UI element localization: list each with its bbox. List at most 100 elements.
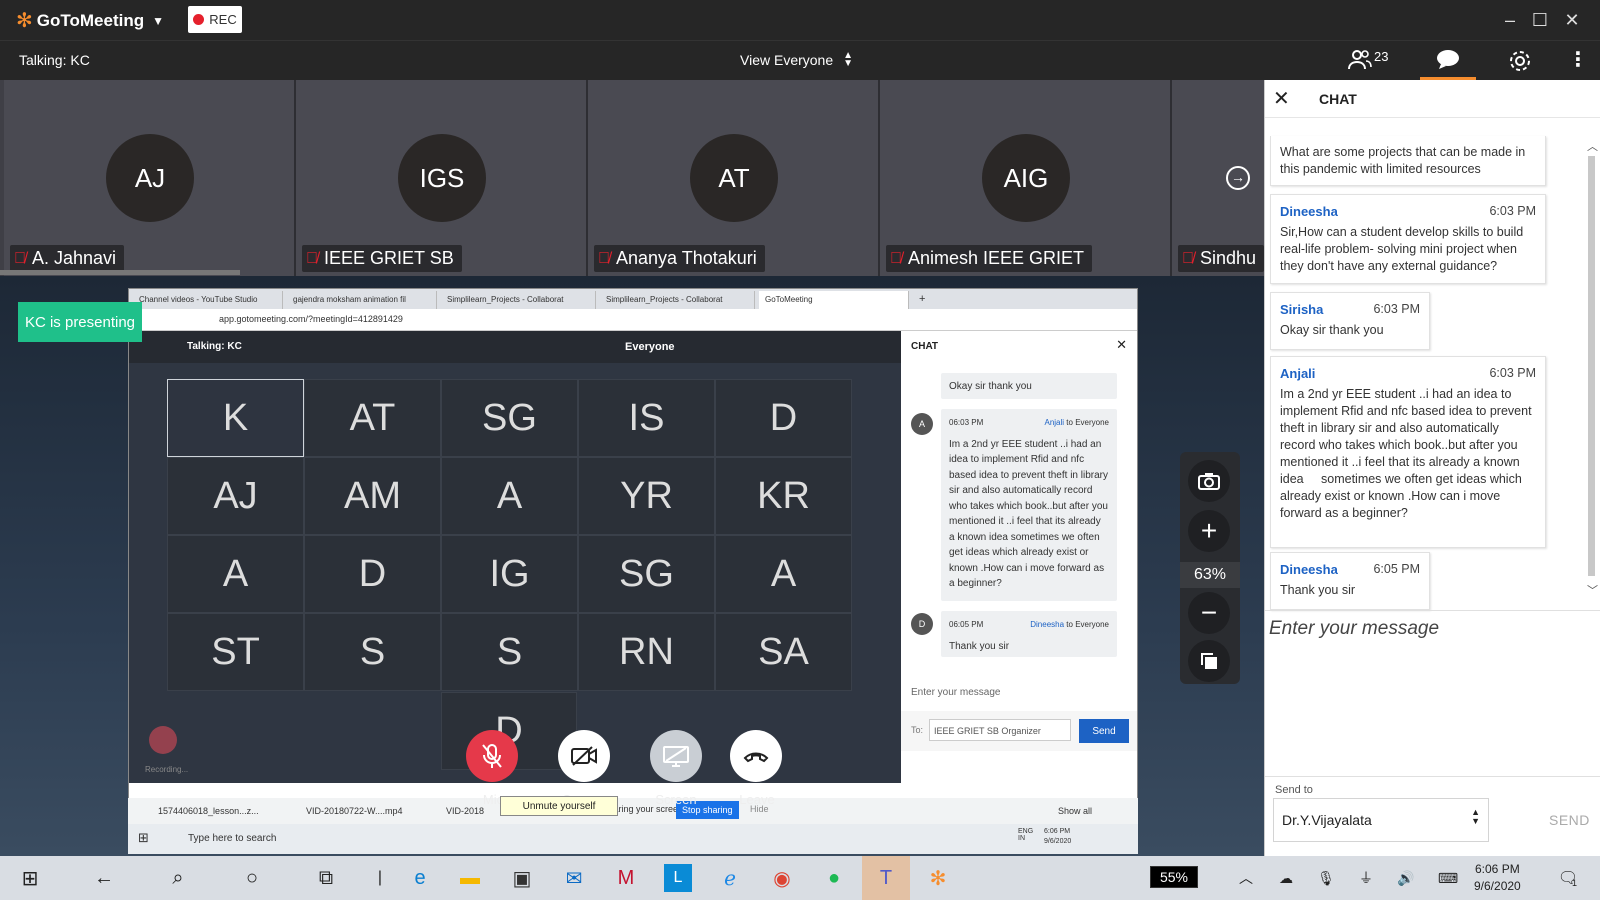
browser-downloads-bar: 1574406018_lesson...z... VID-20180722-W.… (128, 798, 1138, 824)
taskbar-clock[interactable]: 6:06 PM 9/6/2020 (1474, 861, 1521, 895)
microphone-icon[interactable]: 🎙 (1312, 864, 1340, 892)
participant-tile[interactable]: 🎙̸ Sindhu (1172, 80, 1264, 276)
chrome-icon[interactable]: ◉ (768, 864, 796, 892)
chat-header: ✕ CHAT (1265, 80, 1600, 118)
windows-start-icon[interactable]: ⊞ (16, 864, 44, 892)
participant-name: Ananya Thotakuri (616, 248, 757, 268)
inner-chat-message: Okay sir thank you (941, 373, 1117, 399)
settings-button[interactable] (1508, 49, 1532, 78)
file-explorer-icon[interactable]: ▬ (456, 864, 484, 892)
inner-view-selector[interactable]: Everyone (625, 341, 675, 353)
download-item[interactable]: 1574406018_lesson...z... (158, 806, 259, 816)
inner-search-box[interactable]: Type here to search (188, 833, 276, 844)
record-button-icon[interactable] (149, 726, 177, 754)
participants-button[interactable]: 23 (1348, 49, 1388, 71)
chat-message: What are some projects that can be made … (1270, 136, 1546, 186)
scroll-up-icon[interactable]: ︿ (1587, 138, 1598, 154)
maximize-button[interactable]: ☐ (1528, 8, 1552, 32)
app-name: GoToMeeting (36, 10, 145, 30)
mic-off-icon: 🎙̸ (1182, 249, 1194, 267)
inner-send-button[interactable]: Send (1079, 719, 1129, 743)
fit-screen-button[interactable] (1188, 640, 1230, 682)
recipient-select[interactable]: Dr.Y.Vijayalata ▲ ▼ (1273, 798, 1489, 842)
zoom-out-button[interactable]: − (1188, 592, 1230, 634)
browser-tab[interactable]: gajendra moksham animation fil (287, 291, 437, 309)
participant-tile[interactable]: IGS 🎙̸ IEEE GRIET SB (296, 80, 588, 276)
screen-button[interactable] (650, 730, 702, 782)
screen-icon (663, 746, 689, 767)
close-icon[interactable]: ✕ (1116, 337, 1127, 353)
download-item[interactable]: VID-2018 (446, 806, 484, 816)
spotify-icon[interactable]: ● (820, 864, 848, 892)
teams-icon[interactable]: T (872, 864, 900, 892)
participant-tile[interactable]: AT 🎙̸ Ananya Thotakuri (588, 80, 880, 276)
copy-window-icon (1201, 653, 1217, 669)
browser-tab[interactable]: Channel videos - YouTube Studio (133, 291, 283, 309)
mcafee-icon[interactable]: M (612, 864, 640, 892)
view-selector[interactable]: View Everyone ▲ ▼ (740, 51, 853, 69)
message-input[interactable]: Enter your message (1269, 618, 1439, 640)
store-icon[interactable]: ▣ (508, 864, 536, 892)
minimize-button[interactable]: – (1498, 8, 1522, 32)
power-plug-icon[interactable]: ⏚ (1352, 864, 1380, 892)
inner-chat-message: 06:05 PM Dineesha to Everyone Thank you … (941, 611, 1117, 657)
browser-tab[interactable]: Simplilearn_Projects - Collaborat (600, 291, 755, 309)
internet-explorer-icon[interactable]: ℯ (716, 864, 744, 892)
download-item[interactable]: VID-20180722-W....mp4 (306, 806, 403, 816)
participant-name: Animesh IEEE GRIET (908, 248, 1085, 268)
windows-start-icon[interactable]: ⊞ (138, 830, 149, 846)
chat-tab-button[interactable] (1420, 41, 1476, 81)
leave-button[interactable] (730, 730, 782, 782)
show-all-button[interactable]: Show all (1058, 806, 1092, 816)
camera-button[interactable] (558, 730, 610, 782)
next-participants-arrow-icon[interactable]: → (1226, 166, 1250, 190)
gotomeeting-icon[interactable]: ✻ (924, 864, 952, 892)
chevron-up-icon[interactable]: ︿ (1232, 864, 1260, 892)
speaker-icon[interactable]: 🔊 (1392, 864, 1420, 892)
more-options-icon[interactable]: ⋮ (1568, 47, 1588, 72)
cortana-icon[interactable]: ○ (238, 864, 266, 892)
send-button[interactable]: SEND (1549, 812, 1590, 828)
participant-nametag: 🎙̸ Animesh IEEE GRIET (886, 245, 1093, 272)
caret-down-icon[interactable]: ▼ (152, 14, 164, 28)
record-dot-icon (193, 14, 205, 25)
browser-tab-active[interactable]: GoToMeeting (759, 291, 909, 309)
inner-recipient-select[interactable]: IEEE GRIET SB Organizer (929, 719, 1071, 741)
inner-message-input[interactable]: Enter your message (911, 687, 1001, 698)
back-arrow-icon[interactable]: ← (90, 864, 118, 892)
edge-icon[interactable]: e (406, 864, 434, 892)
address-bar[interactable]: app.gotomeeting.com/?meetingId=412891429 (129, 309, 1137, 331)
battery-indicator[interactable]: 55% (1150, 866, 1198, 888)
phone-hangup-icon (743, 752, 769, 763)
zoom-in-button[interactable]: + (1188, 510, 1230, 552)
snapshot-button[interactable] (1188, 460, 1230, 502)
leave-label: Leave (739, 792, 775, 807)
notifications-icon[interactable]: 🗨 (1554, 864, 1582, 892)
search-icon[interactable]: ⌕ (164, 864, 192, 892)
chat-scrollbar[interactable]: ︿ ﹀ (1583, 138, 1599, 608)
app-logo[interactable]: ✻ GoToMeeting ▼ (16, 8, 164, 33)
mic-button[interactable] (466, 730, 518, 782)
scrollbar-thumb[interactable] (1588, 156, 1595, 576)
task-view-icon[interactable]: ⧉ (312, 864, 340, 892)
screen-label: Screen (655, 792, 697, 807)
rec-label: REC (209, 12, 237, 27)
close-window-button[interactable]: ✕ (1560, 8, 1584, 32)
mail-icon[interactable]: ✉ (560, 864, 588, 892)
meeting-toolbar: Talking: KC View Everyone ▲ ▼ 23 ⋮ (0, 40, 1600, 81)
avatar: IGS (398, 134, 486, 222)
chat-message: Dineesha 6:05 PM Thank you sir (1270, 552, 1430, 610)
close-chat-icon[interactable]: ✕ (1273, 86, 1290, 111)
keyboard-icon[interactable]: ⌨ (1434, 864, 1462, 892)
browser-tab[interactable]: Simplilearn_Projects - Collaborat (441, 291, 596, 309)
participant-tile[interactable]: AIG 🎙̸ Animesh IEEE GRIET (880, 80, 1172, 276)
lens-app-icon[interactable]: L (664, 864, 692, 892)
mic-off-icon: 🎙̸ (890, 249, 902, 267)
scroll-down-icon[interactable]: ﹀ (1587, 582, 1598, 598)
participant-tile[interactable]: AJ 🎙̸ A. Jahnavi (4, 80, 296, 276)
strip-scrollbar[interactable] (0, 270, 240, 275)
mic-off-icon: 🎙̸ (14, 249, 26, 267)
new-tab-button[interactable]: + (913, 291, 933, 309)
avatar: AIG (982, 134, 1070, 222)
onedrive-icon[interactable]: ☁ (1272, 864, 1300, 892)
